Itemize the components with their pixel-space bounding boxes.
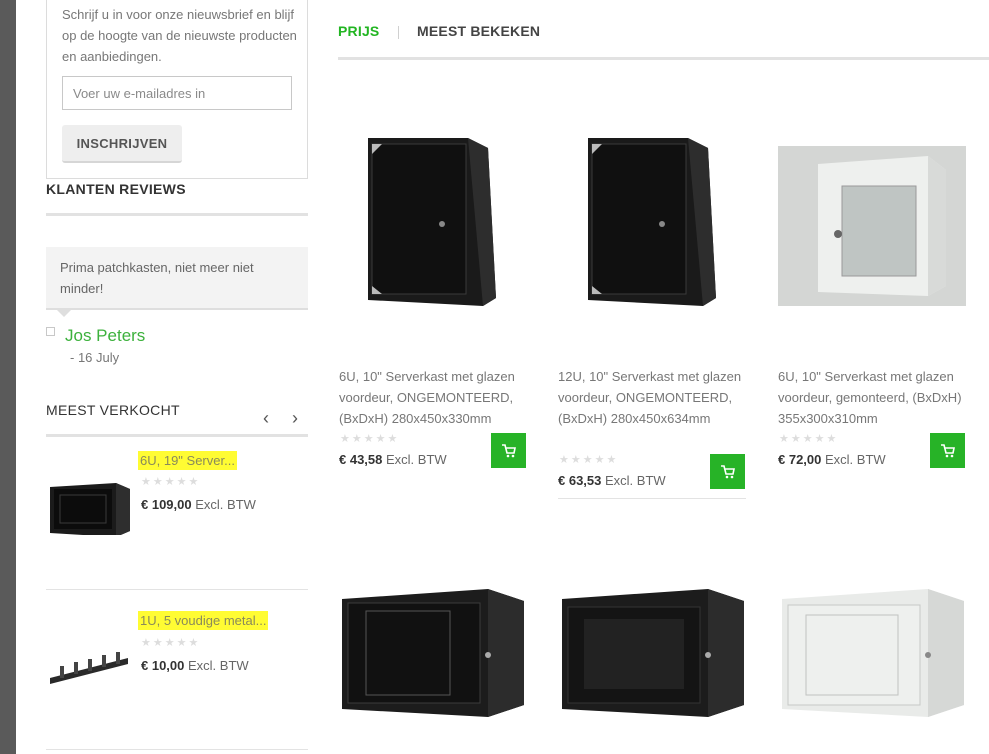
grey-wall-cabinet-image: [782, 589, 964, 717]
grey-wall-cabinet-image: [778, 146, 966, 306]
cart-icon: [720, 464, 735, 478]
server-cabinet-image: [342, 589, 524, 717]
subscribe-button[interactable]: INSCHRIJVEN: [62, 125, 182, 163]
bestseller-thumb[interactable]: [46, 475, 131, 537]
bestseller-name[interactable]: 1U, 5 voudige metal...: [138, 611, 269, 630]
bestsellers-title: MEEST VERKOCHT: [46, 402, 180, 418]
page-left-edge: [0, 0, 16, 754]
bestseller-thumb[interactable]: [46, 640, 131, 700]
product-image[interactable]: [558, 585, 746, 720]
bestseller-name[interactable]: 6U, 19" Server...: [138, 451, 237, 470]
product-title[interactable]: 6U, 10" Serverkast met glazen voordeur, …: [339, 366, 539, 429]
chevron-right-icon[interactable]: ›: [292, 409, 298, 427]
reviews-title: KLANTEN REVIEWS: [46, 181, 186, 197]
rating-stars: ★★★★★: [340, 433, 400, 445]
rating-stars: ★★★★★: [779, 433, 839, 445]
bestsellers-title-rule: [46, 434, 308, 437]
product-price: € 72,00 Excl. BTW: [778, 452, 886, 467]
rating-stars: ★★★★★: [141, 476, 201, 488]
newsletter-text: Schrijf u in voor onze nieuwsbrief en bl…: [62, 7, 297, 64]
product-title[interactable]: 12U, 10" Serverkast met glazen voordeur,…: [558, 366, 758, 429]
tab-meest-bekeken[interactable]: MEEST BEKEKEN: [417, 23, 540, 39]
glass-door-cabinet-image: [588, 138, 716, 306]
rating-stars: ★★★★★: [141, 637, 201, 649]
review-date: - 16 July: [70, 350, 120, 365]
product-price: € 63,53 Excl. BTW: [558, 473, 666, 488]
newsletter-email-input[interactable]: [62, 76, 292, 110]
bestseller-price: € 109,00 Excl. BTW: [141, 497, 256, 512]
review-author[interactable]: Jos Peters: [65, 326, 145, 346]
tabs-rule: [338, 57, 989, 60]
bestseller-divider: [46, 589, 308, 590]
tab-separator: [398, 26, 399, 39]
add-to-cart-button[interactable]: [710, 454, 745, 489]
reviews-title-rule: [46, 213, 308, 216]
review-checkbox: [46, 327, 55, 336]
glass-door-cabinet-image: [368, 138, 496, 306]
tab-prijs[interactable]: PRIJS: [338, 23, 379, 39]
bestseller-price: € 10,00 Excl. BTW: [141, 658, 249, 673]
bestseller-divider: [46, 749, 308, 750]
product-image[interactable]: [338, 585, 526, 720]
chevron-left-icon[interactable]: ‹: [263, 409, 269, 427]
product-image[interactable]: [338, 130, 526, 310]
review-bubble-tail: [56, 309, 72, 317]
review-bubble: Prima patchkasten, niet meer niet minder…: [46, 247, 308, 310]
cart-icon: [940, 443, 955, 457]
cable-manager-image: [50, 652, 128, 684]
cart-icon: [501, 443, 516, 457]
add-to-cart-button[interactable]: [930, 433, 965, 468]
server-cabinet-image: [562, 589, 744, 717]
add-to-cart-button[interactable]: [491, 433, 526, 468]
product-card-underline: [558, 498, 746, 499]
product-image[interactable]: [778, 146, 966, 306]
product-price: € 43,58 Excl. BTW: [339, 452, 447, 467]
product-title[interactable]: 6U, 10" Serverkast met glazen voordeur, …: [778, 366, 978, 429]
rating-stars: ★★★★★: [559, 454, 619, 466]
product-image[interactable]: [778, 585, 966, 720]
server-cabinet-image: [50, 483, 130, 537]
product-image[interactable]: [558, 130, 746, 310]
